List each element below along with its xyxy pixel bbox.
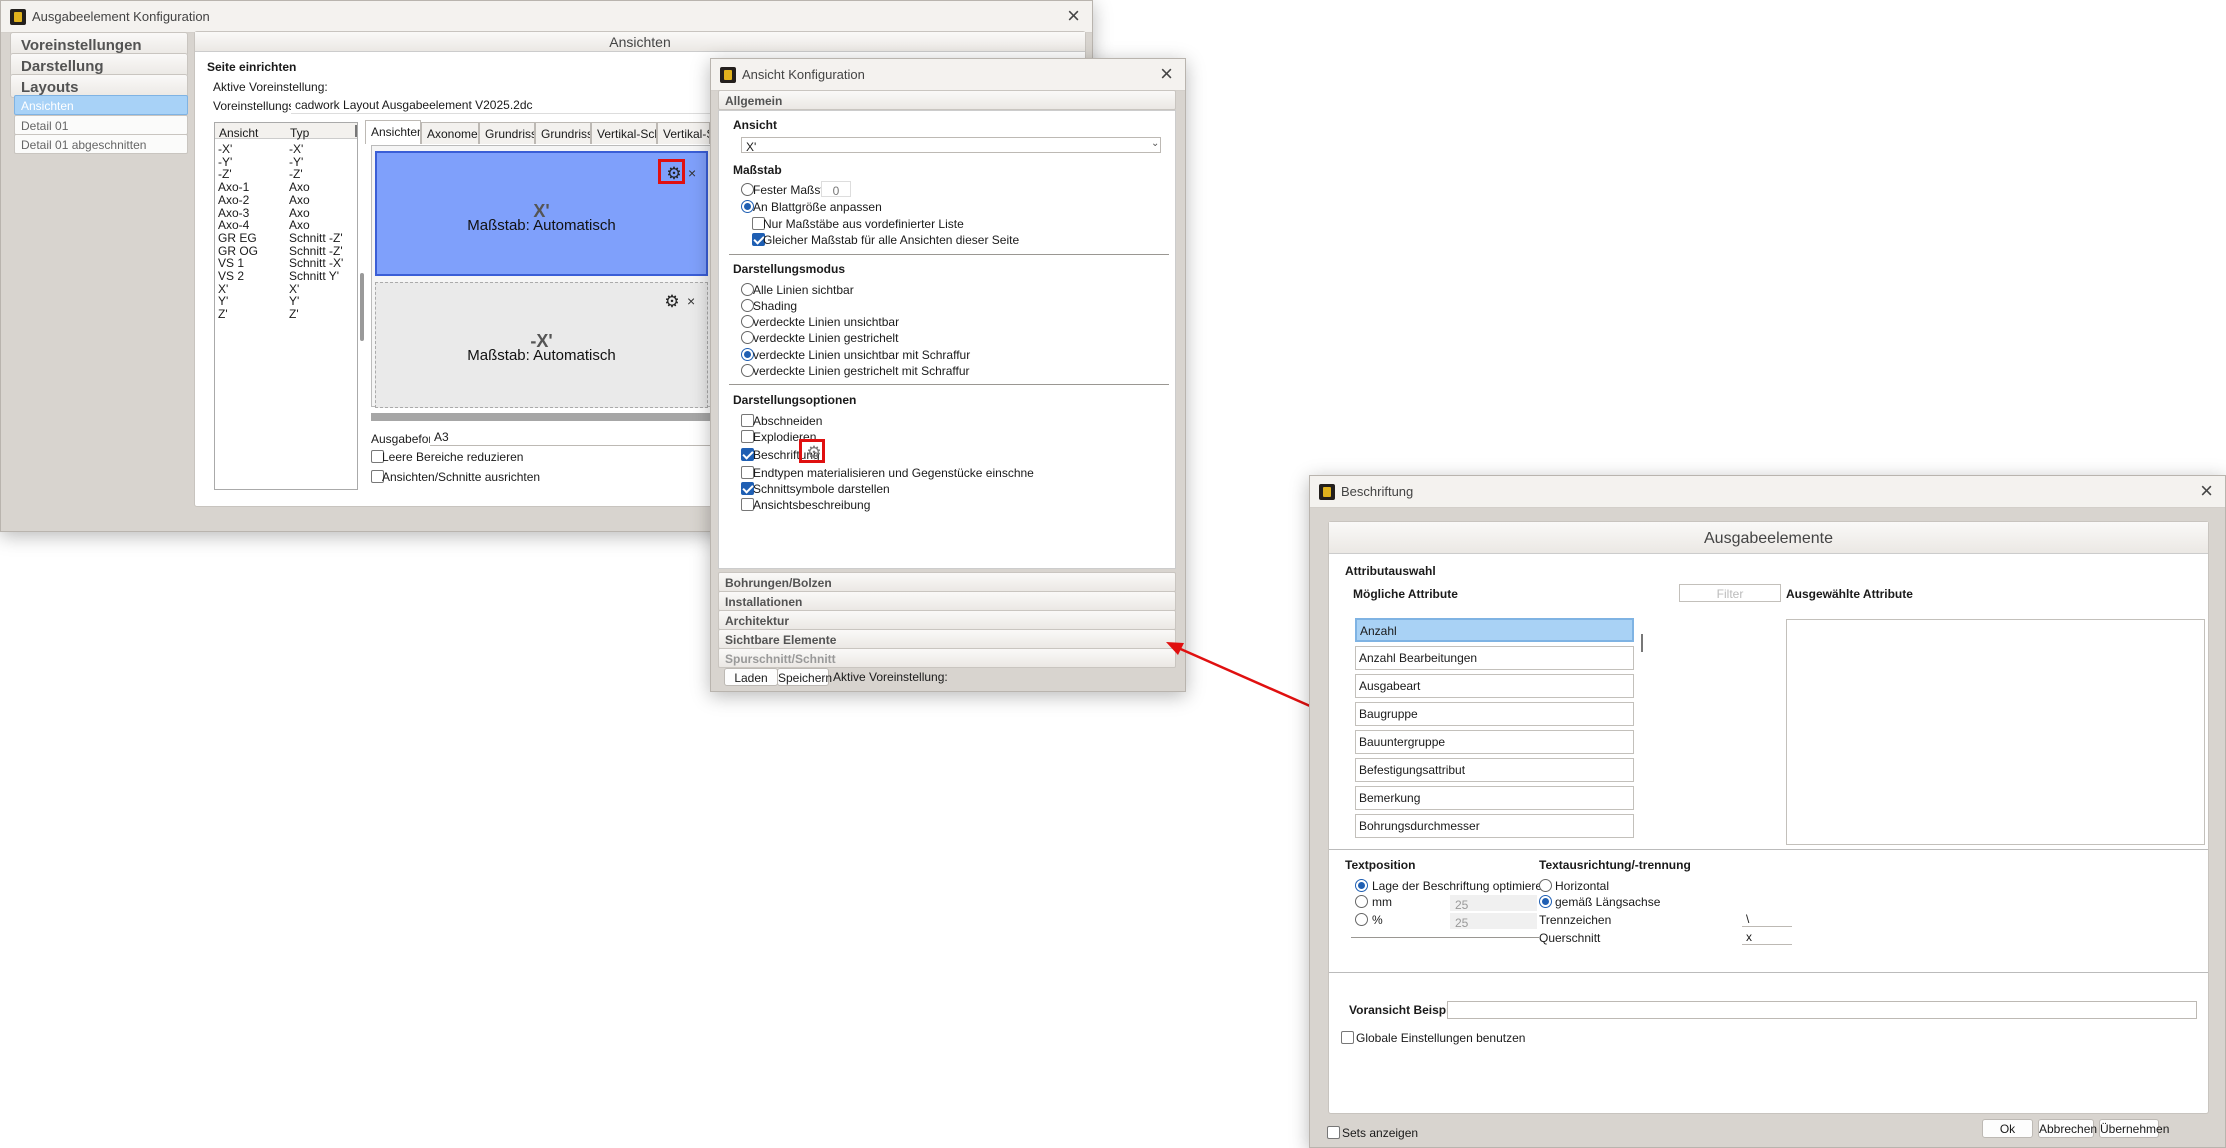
separator-label: Trennzeichen: [1539, 913, 1612, 927]
labeling-window: Beschriftung × Ausgabeelemente Attributa…: [1309, 475, 2226, 1148]
text-position-label: Textposition: [1345, 858, 1416, 872]
selected-attrs-label: Ausgewählte Attribute: [1786, 587, 1913, 601]
list-item[interactable]: Ausgabeart: [1355, 674, 1634, 698]
preview-field: [1447, 1001, 2197, 1019]
divider: [1329, 849, 2208, 850]
preview-label: Voransicht Beispiel: [1349, 1003, 1460, 1017]
attr-selection-label: Attributauswahl: [1345, 564, 1436, 578]
percent-label: %: [1372, 913, 1383, 927]
attrs-scrollbar[interactable]: [1641, 634, 1643, 652]
labeling-title: Beschriftung: [1341, 484, 1414, 499]
optimize-label: Lage der Beschriftung optimieren: [1372, 879, 1549, 893]
divider: [1351, 937, 1539, 938]
mm-label: mm: [1372, 895, 1392, 909]
optimize-radio[interactable]: [1355, 879, 1368, 892]
list-item[interactable]: Bemerkung: [1355, 786, 1634, 810]
divider: [1329, 972, 2208, 973]
cross-section-field[interactable]: x: [1742, 928, 1792, 945]
cadwork-app-icon: [1319, 484, 1335, 500]
separator-field[interactable]: \: [1742, 910, 1792, 927]
longitudinal-radio[interactable]: [1539, 895, 1552, 908]
percent-field[interactable]: 25: [1450, 913, 1537, 929]
list-item[interactable]: Baugruppe: [1355, 702, 1634, 726]
possible-attrs-list: Anzahl Anzahl Bearbeitungen Ausgabeart B…: [1355, 618, 1637, 844]
close-icon[interactable]: ×: [2200, 479, 2213, 503]
apply-button[interactable]: Übernehmen: [2099, 1119, 2169, 1138]
show-sets-checkbox[interactable]: [1327, 1126, 1340, 1139]
list-item[interactable]: Anzahl Bearbeitungen: [1355, 646, 1634, 670]
mm-radio[interactable]: [1355, 895, 1368, 908]
list-item[interactable]: Befestigungsattribut: [1355, 758, 1634, 782]
show-sets-label: Sets anzeigen: [1342, 1126, 1419, 1140]
labeling-titlebar: Beschriftung ×: [1310, 476, 2225, 508]
filter-input[interactable]: Filter: [1679, 584, 1781, 602]
global-settings-label: Globale Einstellungen benutzen: [1356, 1031, 1526, 1045]
cancel-button[interactable]: Abbrechen: [2038, 1119, 2097, 1138]
text-align-label: Textausrichtung/-trennung: [1539, 858, 1691, 872]
horizontal-radio[interactable]: [1539, 879, 1552, 892]
possible-attrs-label: Mögliche Attribute: [1353, 587, 1458, 601]
horizontal-label: Horizontal: [1555, 879, 1610, 893]
list-item[interactable]: Anzahl: [1355, 618, 1634, 642]
selected-attrs-list[interactable]: [1786, 619, 2205, 845]
labeling-body: Ausgabeelemente Attributauswahl Mögliche…: [1328, 521, 2209, 1114]
mm-field[interactable]: 25: [1450, 895, 1537, 911]
output-elements-header: Ausgabeelemente: [1329, 522, 2208, 554]
global-settings-checkbox[interactable]: [1341, 1031, 1354, 1044]
list-item[interactable]: Bohrungsdurchmesser: [1355, 814, 1634, 838]
list-item[interactable]: Bauuntergruppe: [1355, 730, 1634, 754]
longitudinal-label: gemäß Längsachse: [1555, 895, 1661, 909]
percent-radio[interactable]: [1355, 913, 1368, 926]
cross-section-label: Querschnitt: [1539, 931, 1601, 945]
ok-button[interactable]: Ok: [1982, 1119, 2033, 1138]
